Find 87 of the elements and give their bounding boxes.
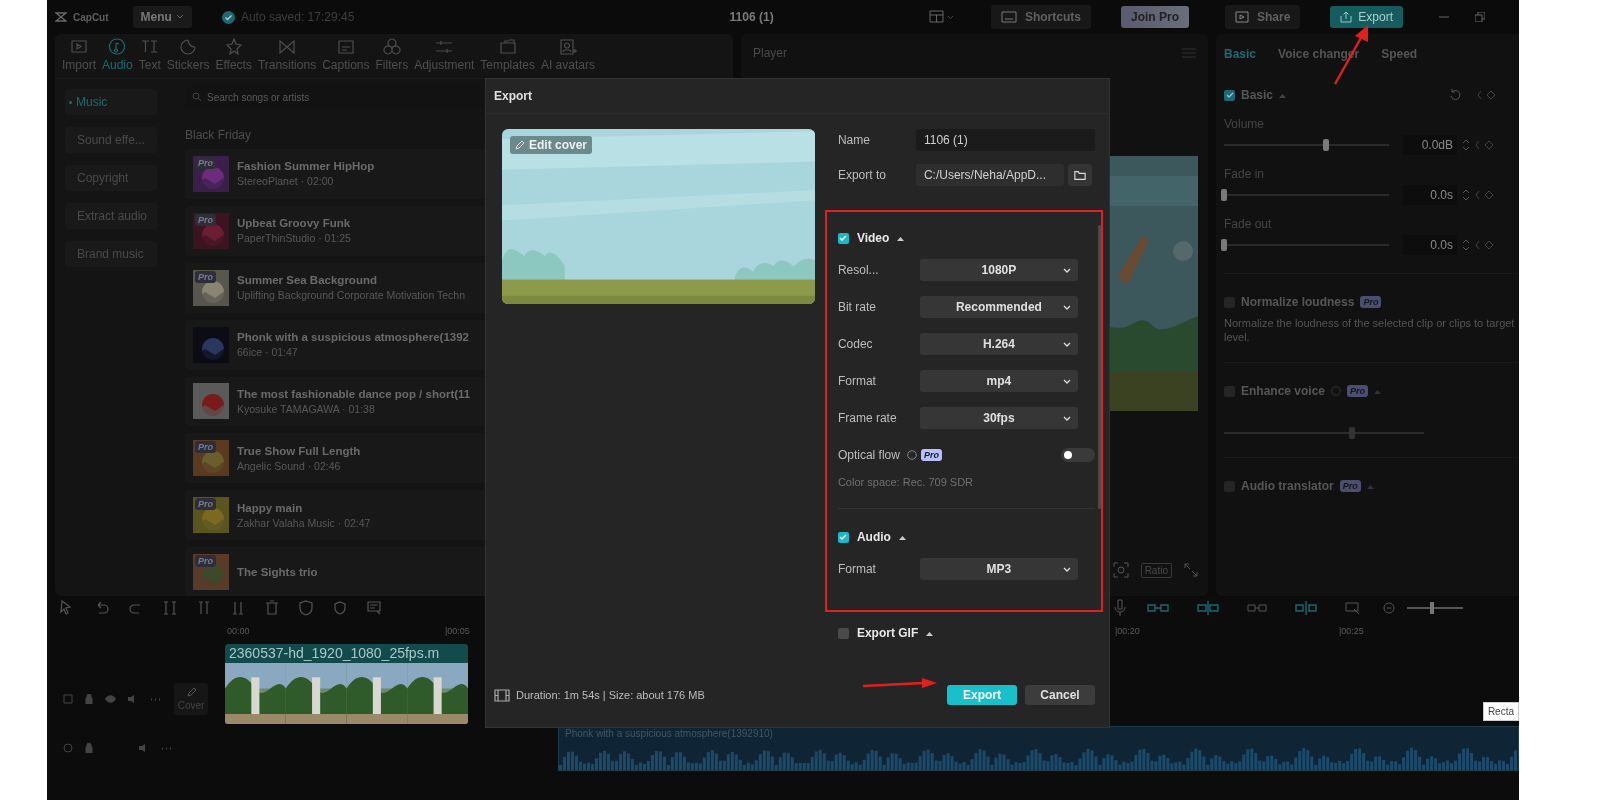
menu-button[interactable]: Menu (132, 6, 192, 28)
section-label: Video (856, 231, 890, 245)
color-space-note: Color space: Rec. 709 SDR (837, 476, 975, 488)
song-artist: Kyosuke TAMAGAWA · 01:38 (237, 402, 376, 415)
song-title: Phonk with a suspicious atmosphere(1392 (237, 331, 469, 344)
join-pro-button[interactable]: Join Pro (1120, 6, 1189, 28)
tool-tab[interactable]: AI avatars (537, 34, 598, 78)
export-summary: Duration: 1m 54s | Size: about 176 MB (516, 689, 705, 701)
description: Normalize the loudness of the selected clip or clips to target level. (1224, 316, 1516, 344)
value-field[interactable]: 0.0s (1403, 235, 1457, 255)
dropdown[interactable]: H.264 (919, 333, 1078, 355)
pro-badge: Pro (1339, 480, 1361, 492)
ratio-button[interactable]: Ratio (1140, 562, 1172, 578)
dropdown[interactable]: Recommended (919, 296, 1078, 318)
song-artist: Angelic Sound · 02:46 (237, 459, 342, 472)
setting-label: Frame rate (837, 411, 898, 425)
tool-tab[interactable]: Transitions (254, 34, 320, 78)
setting-label: Format (837, 562, 877, 576)
song-artist: Zakhar Valaha Music · 02:47 (237, 516, 371, 529)
song-title: Summer Sea Background (237, 274, 378, 287)
export-button[interactable]: Export (947, 685, 1017, 705)
setting-label: Codec (837, 337, 874, 351)
time-label: |00:05 (445, 626, 470, 636)
cancel-button[interactable]: Cancel (1025, 685, 1095, 705)
song-artist: StereoPlanet · 02:00 (237, 175, 335, 188)
tool-tab[interactable]: Text (135, 34, 164, 78)
dropdown[interactable]: mp4 (919, 370, 1078, 392)
pro-badge: Pro (1360, 296, 1382, 308)
song-title: The most fashionable dance pop / short(11 (237, 387, 471, 400)
pro-badge: Pro (920, 449, 942, 461)
pro-badge: Pro (195, 555, 216, 568)
app-name: CapCut (73, 11, 109, 23)
song-title: True Show Full Length (237, 444, 361, 457)
clip-name: 2360537-hd_1920_1080_25fps.m (228, 644, 441, 663)
section-label: Enhance voice (1241, 384, 1326, 398)
section-label: Basic (1241, 88, 1274, 102)
pro-badge: Pro (195, 498, 216, 511)
dialog-title: Export (486, 79, 1109, 114)
value-field[interactable]: 0.0s (1403, 185, 1457, 205)
edit-cover-button[interactable]: Edit cover (510, 136, 593, 154)
section-label: Audio (856, 530, 891, 544)
song-title: The Sights trio (237, 566, 318, 579)
tool-tab[interactable]: Adjustment (411, 34, 478, 78)
tool-tab[interactable]: Templates (477, 34, 538, 78)
section-label: Normalize loudness (1241, 295, 1355, 309)
song-artist: Uplifting Background Corporate Motivation Techn (237, 289, 466, 302)
time-label: |00:25 (1339, 626, 1364, 636)
tool-tab[interactable]: Effects (212, 34, 255, 78)
section-label: Export GIF (856, 626, 919, 640)
field-label: Export to (837, 168, 887, 182)
tool-tab[interactable]: Import (59, 34, 99, 78)
tool-tab[interactable]: Captions (319, 34, 373, 78)
section-label: Audio translator (1241, 479, 1334, 493)
name-field[interactable]: 1106 (1) (915, 129, 1095, 151)
tooltip: Recta (1482, 702, 1519, 721)
time-label: |00:20 (1115, 626, 1140, 636)
panel-title: Player (753, 46, 787, 60)
video-clip[interactable]: 2360537-hd_1920_1080_25fps.m (225, 644, 468, 724)
pro-badge: Pro (195, 441, 216, 454)
share-button[interactable]: Share (1224, 5, 1301, 29)
dropdown[interactable]: MP3 (919, 558, 1078, 580)
inspector-tab[interactable]: Speed (1381, 47, 1418, 61)
song-title: Happy main (237, 501, 304, 514)
project-title: 1106 (1) (729, 10, 774, 24)
tool-tab[interactable]: Stickers (163, 34, 213, 78)
pro-badge: Pro (1347, 385, 1369, 397)
song-title: Fashion Summer HipHop (237, 160, 375, 173)
tool-tab[interactable]: Audio (99, 34, 136, 78)
section-title: Black Friday (185, 128, 253, 142)
setting-label: Bit rate (837, 300, 877, 314)
dropdown[interactable]: 1080P (919, 259, 1078, 281)
inspector-tab[interactable]: Basic (1224, 47, 1257, 61)
time-label: 00:00 (227, 626, 250, 636)
song-artist: 66ice · 01:47 (237, 346, 299, 359)
dropdown[interactable]: 30fps (919, 407, 1078, 429)
shortcuts-button[interactable]: Shortcuts (990, 5, 1091, 29)
path-field[interactable]: C:/Users/Neha/AppD... (915, 164, 1064, 186)
setting-label: Optical flow (837, 448, 900, 462)
setting-label: Format (837, 374, 877, 388)
song-artist: PaperThinStudio · 01:25 (237, 232, 351, 245)
song-title: Upbeat Groovy Funk (237, 217, 351, 230)
export-button[interactable]: Export (1330, 6, 1403, 28)
value-field[interactable]: 0.0dB (1403, 135, 1457, 155)
tool-tab[interactable]: Filters (372, 34, 412, 78)
setting-label: Resol... (837, 263, 880, 277)
field-label: Name (837, 133, 871, 147)
category-item[interactable]: Music (65, 89, 157, 115)
